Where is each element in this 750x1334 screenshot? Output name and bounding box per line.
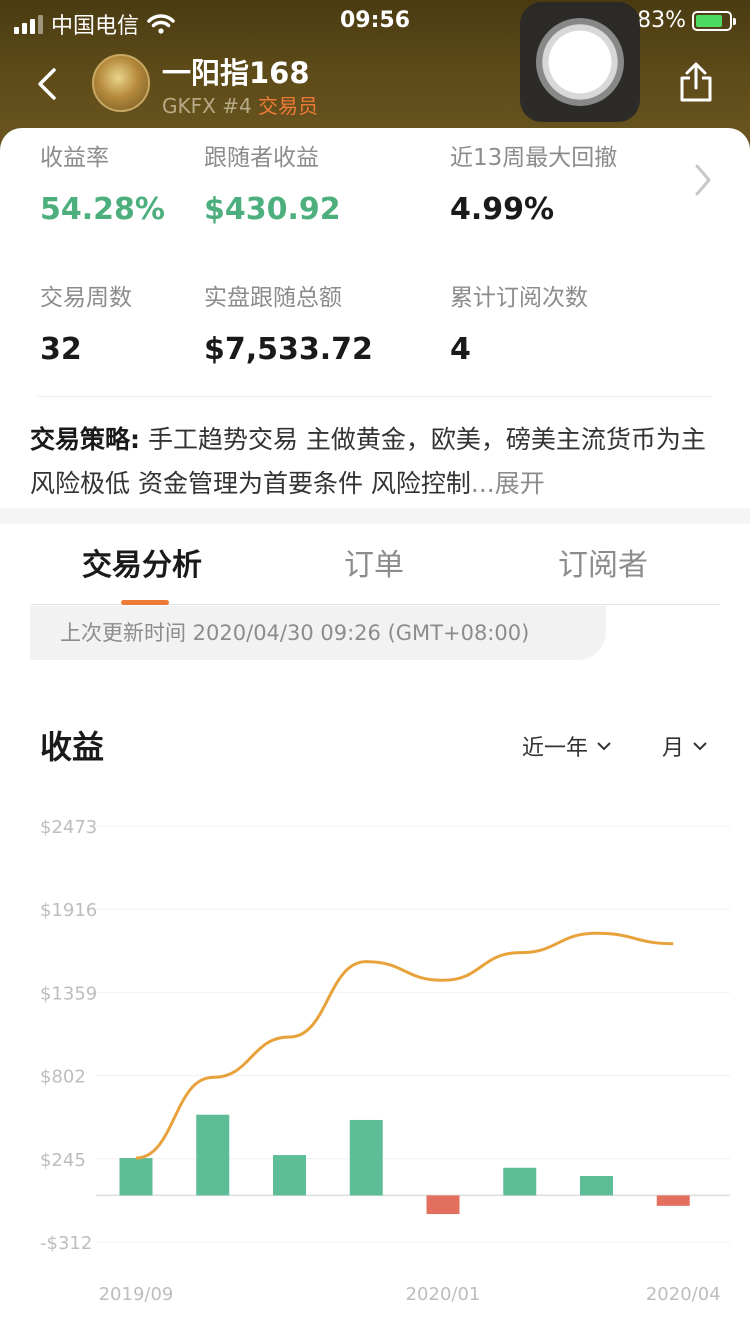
chart-title: 收益 [40,728,105,766]
stat-value: 32 [40,332,82,367]
bar [426,1195,460,1215]
battery-percent: 83% [637,8,686,33]
stat-trading-weeks: 交易周数 32 [40,278,132,367]
stat-label: 实盘跟随总额 [204,285,342,311]
tab-indicator [121,600,169,605]
x-tick-label: 2020/01 [406,1284,481,1305]
chevron-down-icon [597,742,611,751]
bar [349,1119,383,1196]
chevron-down-icon [693,742,707,751]
section-gap [0,508,750,524]
stat-value: 54.28% [40,192,165,227]
stat-value: $7,533.72 [204,332,373,367]
stat-return-rate: 收益率 54.28% [40,138,165,227]
broker-name: GKFX [162,94,216,118]
y-tick-label: $1916 [40,900,97,921]
assistive-touch-button[interactable] [520,2,640,122]
y-tick-label: -$312 [40,1233,92,1254]
stat-label: 收益率 [40,145,109,171]
y-tick-label: $245 [40,1150,86,1171]
stat-subscriptions: 累计订阅次数 4 [450,278,588,367]
stat-value: 4.99% [450,192,555,227]
range-filter-label: 近一年 [522,736,589,761]
trader-role: 交易员 [258,94,319,118]
tab-trade-analysis[interactable]: 交易分析 [82,540,202,584]
trader-name: 一阳指168 [162,56,310,90]
divider [38,396,712,397]
stat-value: 4 [450,332,471,367]
stat-follower-profit: 跟随者收益 $430.92 [204,138,341,227]
chevron-right-icon[interactable] [692,162,714,198]
battery-icon [692,10,736,31]
bar [580,1175,613,1196]
stats-card: 收益率 54.28% 跟随者收益 $430.92 近13周最大回撤 4.99% … [0,128,750,508]
stat-label: 近13周最大回撤 [450,145,618,171]
range-filter-dropdown[interactable]: 近一年 [522,730,612,762]
trader-rank: #4 [222,94,252,118]
strategy-label: 交易策略: [30,425,140,454]
y-tick-label: $2473 [40,817,97,838]
bar [119,1158,153,1196]
strategy-text: 交易策略: 手工趋势交易 主做黄金，欧美，磅美主流货币为主 风险极低 资金管理为… [30,418,720,506]
stat-follow-total: 实盘跟随总额 $7,533.72 [204,278,373,367]
stat-label: 累计订阅次数 [450,285,588,311]
bar [503,1167,537,1196]
period-filter-label: 月 [662,736,685,761]
stat-max-drawdown: 近13周最大回撤 4.99% [450,138,617,227]
bar [273,1155,306,1196]
trader-subtitle: GKFX #4 交易员 [162,90,318,119]
stat-label: 交易周数 [40,285,132,311]
trader-avatar[interactable] [92,54,150,112]
x-tick-label: 2019/09 [99,1284,174,1305]
stat-label: 跟随者收益 [204,145,319,171]
expand-link[interactable]: ...展开 [471,469,545,498]
share-icon[interactable] [676,60,716,104]
tab-orders[interactable]: 订单 [344,540,404,584]
stat-value: $430.92 [204,192,341,227]
period-filter-dropdown[interactable]: 月 [662,730,708,762]
y-tick-label: $1359 [40,983,97,1004]
tab-subscribers[interactable]: 订阅者 [558,540,648,584]
bar [196,1114,230,1196]
last-update-banner: 上次更新时间 2020/04/30 09:26 (GMT+08:00) [30,606,606,660]
bar [656,1195,690,1206]
y-tick-label: $802 [40,1067,86,1088]
back-arrow-icon[interactable] [28,64,68,104]
profit-chart: $2473 $1916 $1359 $802 $245 -$312 2019/09 2020/… [40,817,730,1305]
x-tick-label: 2020/04 [646,1284,721,1305]
